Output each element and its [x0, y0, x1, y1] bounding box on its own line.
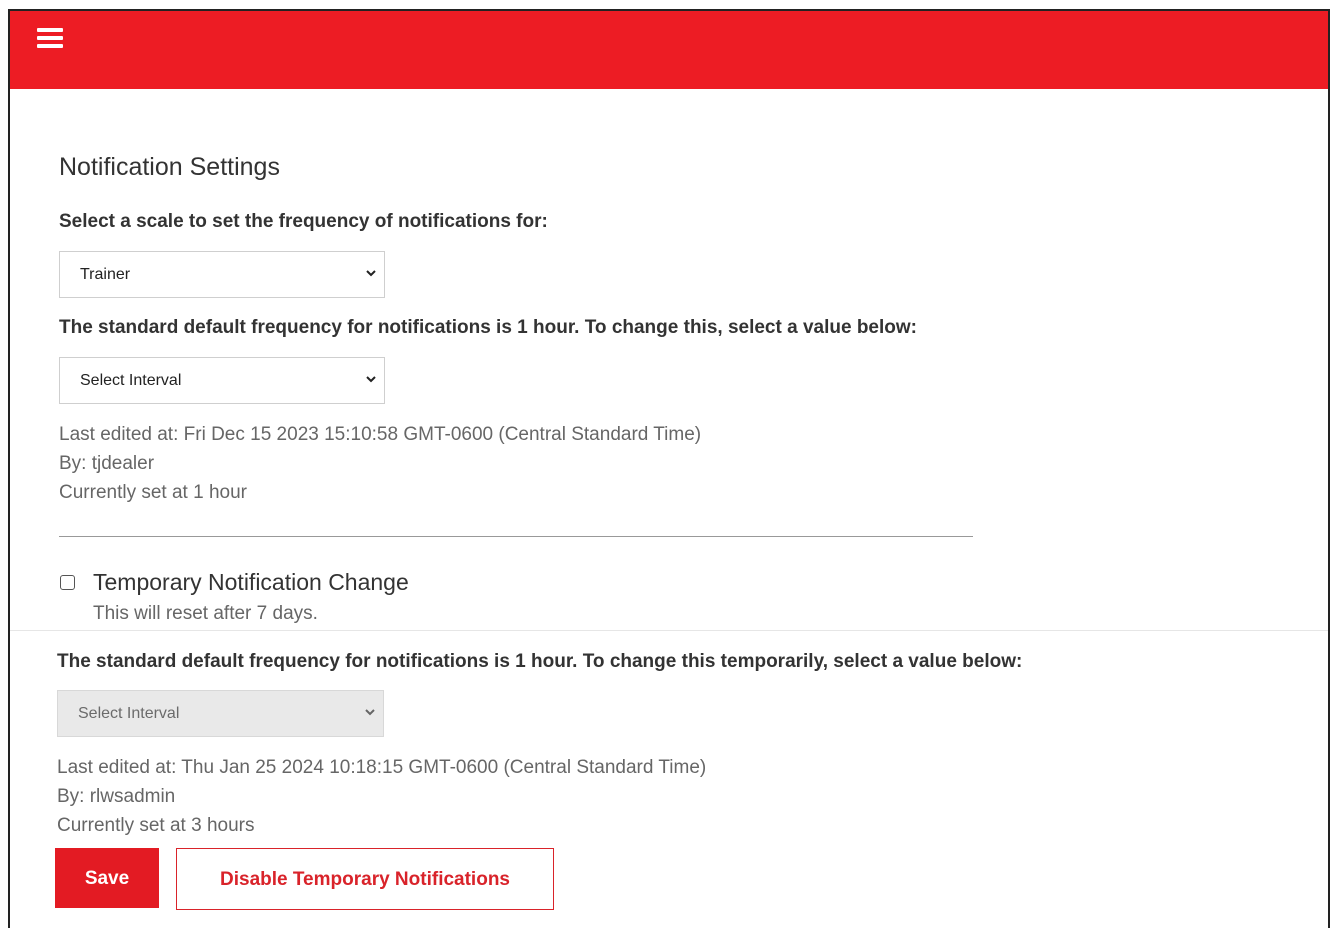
chevron-down-icon	[366, 376, 376, 383]
interval-select-value: Select Interval	[80, 372, 182, 389]
app-frame: Notification Settings Select a scale to …	[8, 9, 1330, 928]
scale-select-value: Trainer	[80, 266, 131, 283]
section-divider	[10, 630, 1328, 631]
temporary-interval-select-value: Select Interval	[78, 705, 180, 722]
divider	[59, 536, 973, 537]
top-bar	[10, 11, 1328, 89]
current-setting-text: Currently set at 1 hour	[59, 482, 247, 503]
hamburger-menu-icon[interactable]	[37, 28, 63, 50]
disable-temporary-notifications-button[interactable]: Disable Temporary Notifications	[176, 848, 554, 910]
temporary-last-edited-text: Last edited at: Thu Jan 25 2024 10:18:15…	[57, 757, 707, 778]
temporary-change-checkbox[interactable]	[60, 575, 75, 590]
chevron-down-icon	[366, 270, 376, 277]
edited-by-text: By: tjdealer	[59, 453, 155, 474]
save-button[interactable]: Save	[55, 848, 159, 908]
scale-prompt: Select a scale to set the frequency of n…	[59, 211, 548, 232]
scale-select[interactable]: Trainer	[59, 251, 385, 298]
temporary-frequency-prompt: The standard default frequency for notif…	[57, 651, 1023, 672]
temporary-edited-by-text: By: rlwsadmin	[57, 786, 176, 807]
page-title: Notification Settings	[59, 153, 280, 181]
temporary-change-label: Temporary Notification Change	[93, 569, 409, 595]
interval-select[interactable]: Select Interval	[59, 357, 385, 404]
temporary-current-setting-text: Currently set at 3 hours	[57, 815, 255, 836]
default-frequency-prompt: The standard default frequency for notif…	[59, 317, 917, 338]
chevron-down-icon	[365, 709, 375, 716]
temporary-meta: Last edited at: Thu Jan 25 2024 10:18:15…	[57, 753, 706, 840]
reset-note: This will reset after 7 days.	[93, 603, 318, 624]
temporary-interval-select[interactable]: Select Interval	[57, 690, 384, 737]
settings-meta: Last edited at: Fri Dec 15 2023 15:10:58…	[59, 420, 701, 507]
last-edited-text: Last edited at: Fri Dec 15 2023 15:10:58…	[59, 424, 702, 445]
